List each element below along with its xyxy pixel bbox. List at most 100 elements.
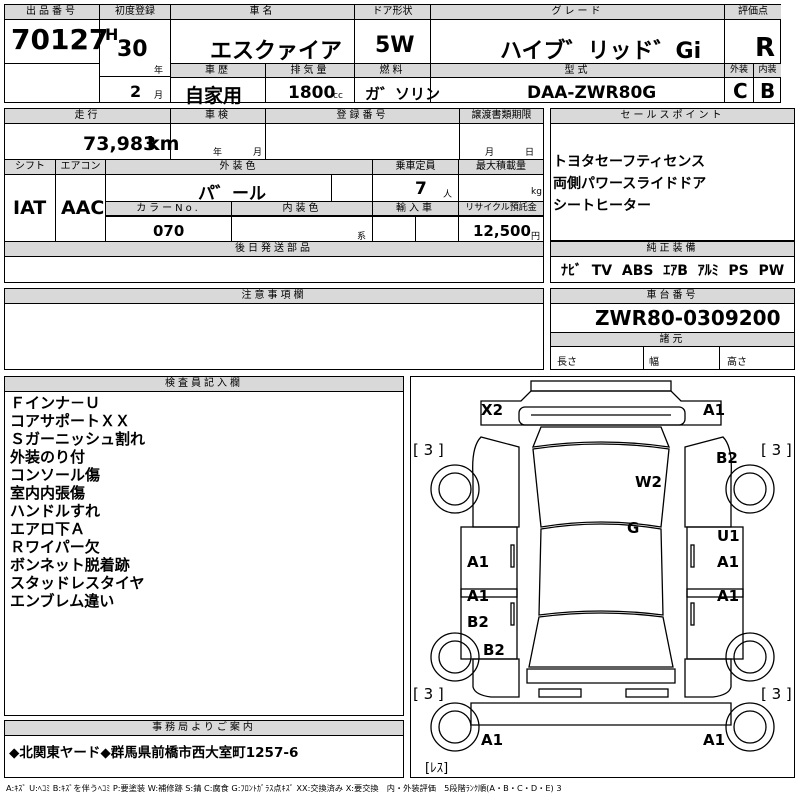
sales-label: セールスポイント: [551, 109, 794, 124]
car-name: エスクァイア: [210, 39, 343, 64]
damage-mark: X2: [481, 401, 504, 419]
chassis-label: 車台番号: [551, 289, 794, 304]
month-unit: 月: [154, 91, 164, 101]
intcolor-label: 内装色: [232, 202, 372, 216]
year-unit: 年: [154, 66, 164, 76]
seats-label: 乗車定員: [373, 160, 458, 175]
color-number: 070: [153, 222, 185, 240]
reg-month: 2: [130, 82, 142, 101]
disp-unit: cc: [333, 91, 343, 101]
mileage: 73,983: [83, 133, 157, 155]
equipment-box: 純正装備 ﾅﾋﾞ TV ABS ｴｱB ｱﾙﾐ PS PW: [550, 241, 795, 283]
equipment-item: ABS: [621, 263, 654, 279]
equipment-label: 純正装備: [551, 242, 794, 257]
ac-type: AAC: [61, 197, 105, 219]
damage-mark: U1: [717, 527, 740, 545]
transfer-label: 譲渡書類期限: [460, 109, 543, 124]
displacement-label: 排気量: [266, 64, 354, 78]
chassis-number: ZWR80-0309200: [595, 306, 781, 330]
equipment-item: ﾅﾋﾞ: [561, 263, 582, 279]
inspector-note: 室内内張傷: [10, 484, 86, 502]
width-label: 幅: [649, 357, 659, 368]
model-label: 型式: [431, 64, 724, 78]
equipment-item: ｱﾙﾐ: [697, 263, 719, 279]
sales-point: トヨタセーフティセンス: [553, 154, 706, 170]
damage-mark: B2: [467, 613, 489, 631]
load-unit: kg: [531, 187, 542, 197]
sales-point: シートヒーター: [553, 198, 651, 214]
inspector-note: 外装のり付: [10, 448, 86, 466]
inspector-note: ボンネット脱着跡: [10, 556, 130, 574]
damage-mark: A1: [717, 553, 740, 571]
seats-unit: 人: [443, 190, 453, 200]
equipment-item: TV: [591, 263, 613, 279]
car-diagram-box: X2 A1 B2 W2 G U1 A1 A1 A1 A1 B2 B2 A1 A1…: [410, 376, 795, 778]
door-type: 5W: [375, 33, 415, 58]
chassis-box: 車台番号 ZWR80-0309200 諸元 長さ 幅 高さ: [550, 288, 795, 370]
damage-mark: A1: [703, 731, 726, 749]
shift: IAT: [13, 197, 47, 219]
inspector-note: エンブレム違い: [10, 592, 115, 610]
first-reg-label: 初度登録: [100, 5, 170, 20]
damage-mark: A1: [481, 731, 504, 749]
inspector-note: コンソール傷: [10, 466, 101, 484]
lot-label: 出品番号: [5, 5, 99, 20]
recycle-fee: 12,500: [473, 222, 531, 240]
history: 自家用: [185, 85, 243, 107]
history-label: 車歴: [171, 64, 265, 78]
sales-points-list: トヨタセーフティセンス 両側パワースライドドア シートヒーター: [553, 151, 706, 217]
sales-points-box: セールスポイント トヨタセーフティセンス 両側パワースライドドア シートヒーター: [550, 108, 795, 241]
inspector-notes-list: Ｆインナ－Ｕ コアサポートＸＸ Ｓガーニッシュ割れ 外装のり付 コンソール傷 室…: [10, 394, 145, 610]
later-parts-label: 後日発送部品: [5, 242, 543, 257]
inspector-note: ハンドルすれ: [10, 502, 101, 520]
regno-label: 登録番号: [266, 109, 459, 124]
seats: 7: [415, 179, 427, 199]
inspector-box: 検査員記入欄 Ｆインナ－Ｕ コアサポートＸＸ Ｓガーニッシュ割れ 外装のり付 コ…: [4, 376, 404, 716]
colorno-label: カラーNo.: [106, 202, 231, 216]
model-code: DAA-ZWR80G: [527, 83, 657, 103]
spare-tire: [ﾚｽ]: [425, 761, 449, 776]
sales-point: 両側パワースライドドア: [553, 176, 707, 192]
equipment-item: PW: [758, 263, 785, 279]
lot-number: 70127: [11, 23, 109, 56]
ext-label: 外装: [725, 64, 753, 78]
tread-depth-fr: [ 3 ]: [761, 441, 792, 459]
door-label: ドア形状: [355, 5, 430, 20]
damage-mark: A1: [717, 587, 740, 605]
notes-label: 注意事項欄: [5, 289, 543, 304]
displacement: 1800: [288, 83, 336, 103]
insp-month-unit: 月: [253, 148, 263, 158]
mileage-unit: km: [147, 133, 180, 155]
damage-mark: B2: [483, 641, 505, 659]
fuel-label: 燃料: [355, 64, 430, 78]
tread-depth-rl: [ 3 ]: [413, 685, 444, 703]
grade: ハイブ゛リッド゛Gi: [500, 39, 702, 64]
damage-mark: G: [627, 519, 640, 537]
damage-mark: A1: [467, 587, 490, 605]
damage-legend: A:ｷｽﾞ U:ﾍｺﾐ B:ｷｽﾞを伴うﾍｺﾐ P:要塗装 W:補修跡 S:錆 …: [6, 783, 562, 793]
damage-mark: A1: [703, 401, 726, 419]
inspector-label: 検査員記入欄: [5, 377, 403, 392]
mileage-label: 走行: [5, 109, 170, 124]
score-label: 評価点: [725, 5, 781, 20]
inspection-label: 車検: [171, 109, 265, 124]
office-address: ◆北関東ヤード◆群馬県前橋市西大室町1257-6: [9, 745, 299, 761]
damage-mark: B2: [716, 449, 738, 467]
reg-year: 30: [117, 37, 148, 62]
tread-depth-fl: [ 3 ]: [413, 441, 444, 459]
damage-mark: W2: [635, 473, 662, 491]
height-label: 高さ: [727, 357, 747, 368]
recycle-label: リサイクル預託金: [459, 202, 543, 216]
trans-month-unit: 月: [485, 148, 495, 158]
office-box: 事務局よりご案内 ◆北関東ヤード◆群馬県前橋市西大室町1257-6: [4, 720, 404, 778]
equipment-item: ｴｱB: [663, 263, 688, 279]
inspector-note: Ｓガーニッシュ割れ: [10, 430, 146, 448]
damage-mark: A1: [467, 553, 490, 571]
equipment-item: PS: [728, 263, 749, 279]
int-label: 内装: [754, 64, 781, 78]
car-body-outline: [430, 380, 775, 752]
dims-label: 諸元: [551, 333, 794, 347]
shift-label: シフト: [5, 160, 55, 175]
inspector-note: スタッドレスタイヤ: [10, 574, 145, 592]
inspector-note: コアサポートＸＸ: [10, 412, 131, 430]
